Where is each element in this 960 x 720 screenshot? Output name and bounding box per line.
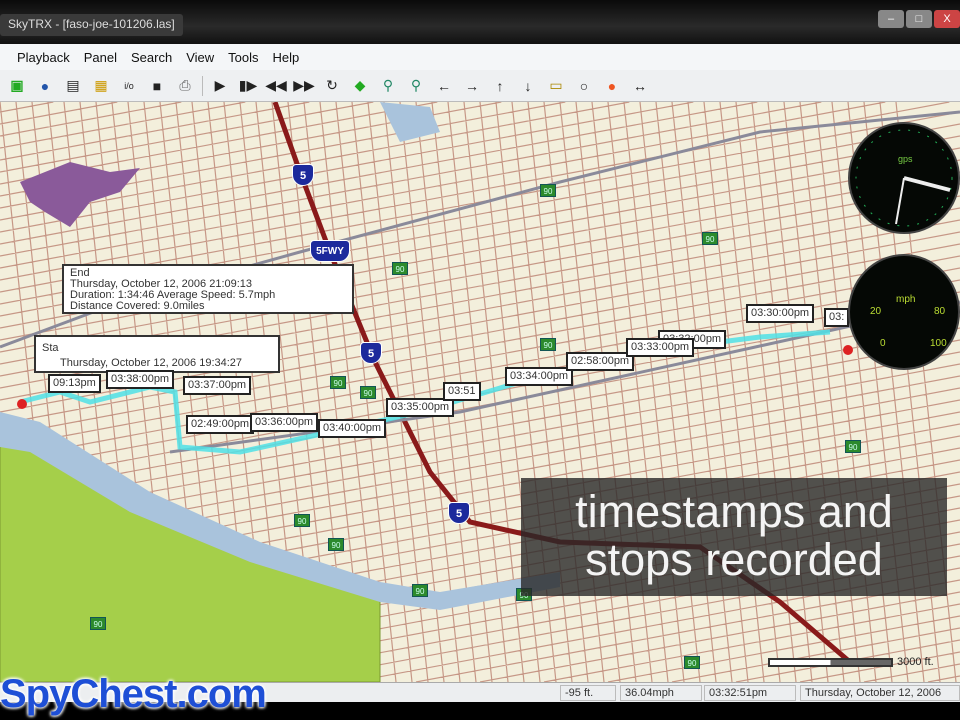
close-button[interactable]: X: [934, 10, 960, 28]
maximize-button[interactable]: □: [906, 10, 932, 28]
start-marker: [843, 345, 853, 355]
timestamp-label[interactable]: 03:51: [443, 382, 481, 401]
usa-map-icon[interactable]: ◆: [349, 75, 371, 97]
timestamp-label[interactable]: 02:58:00pm: [566, 352, 635, 371]
timestamp-label[interactable]: 03:38:00pm: [106, 370, 175, 389]
stop-icon[interactable]: ●: [601, 75, 623, 97]
minimize-button[interactable]: –: [878, 10, 904, 28]
end-callout-distance: Distance Covered: 9.0miles: [70, 300, 205, 312]
status-speed: 36.04mph: [620, 685, 702, 701]
loop-icon[interactable]: ↻: [321, 75, 343, 97]
route-90-sign: 90: [540, 338, 556, 351]
route-90-sign: 90: [328, 538, 344, 551]
print-icon[interactable]: ⎙: [174, 75, 196, 97]
watermark-logo: SpyChest.com: [0, 672, 267, 716]
timestamp-label[interactable]: 02:49:00pm: [186, 415, 255, 434]
arrow-down-icon[interactable]: ↓: [517, 75, 539, 97]
measure-icon[interactable]: ↔: [629, 75, 651, 97]
timestamp-label[interactable]: 03:33:00pm: [626, 338, 695, 357]
freeway-5-shield: 5FWY: [310, 240, 350, 262]
route-90-sign: 90: [684, 656, 700, 669]
list-icon[interactable]: ▤: [62, 75, 84, 97]
start-callout[interactable]: Sta Thursday, October 12, 2006 19:34:27: [34, 335, 280, 373]
timestamp-label[interactable]: 03:37:00pm: [183, 376, 252, 395]
park-area: [0, 431, 381, 682]
timestamp-label[interactable]: 09:13pm: [48, 374, 101, 393]
info-icon[interactable]: i/o: [118, 75, 140, 97]
menu-bar: Playback Panel Search View Tools Help: [0, 44, 960, 70]
fast-forward-icon[interactable]: ▶▶: [293, 75, 315, 97]
route-90-sign: 90: [294, 514, 310, 527]
step-icon[interactable]: ▮▶: [237, 75, 259, 97]
status-time: 03:32:51pm: [704, 685, 796, 701]
menu-search[interactable]: Search: [131, 50, 172, 65]
arrow-right-icon[interactable]: →: [461, 75, 483, 97]
interstate-5-shield: 5: [360, 342, 382, 364]
timestamp-label[interactable]: 03:30:00pm: [746, 304, 815, 323]
zoom-out-icon[interactable]: ⚲: [405, 75, 427, 97]
compass-dial-icon: [855, 129, 953, 227]
timestamp-label[interactable]: 03:36:00pm: [250, 413, 319, 432]
gauge-tick: 80: [934, 306, 946, 317]
scale-label: 3000 ft.: [897, 656, 934, 668]
caption-line: stops recorded: [585, 534, 883, 585]
video-caption: timestamps and stops recorded: [521, 478, 947, 596]
compass-gauge: gps: [848, 122, 960, 234]
end-marker: [17, 399, 27, 409]
play-icon[interactable]: ▶: [209, 75, 231, 97]
interstate-5-shield: 5: [292, 164, 314, 186]
arrow-up-icon[interactable]: ↑: [489, 75, 511, 97]
route-90-sign: 90: [330, 376, 346, 389]
route-90-sign: 90: [392, 262, 408, 275]
route-90-sign: 90: [540, 184, 556, 197]
route-90-sign: 90: [702, 232, 718, 245]
route-90-sign: 90: [412, 584, 428, 597]
title-bar: SkyTRX - [faso-joe-101206.las] – □ X: [0, 0, 960, 44]
menu-view[interactable]: View: [186, 50, 214, 65]
speedometer-gauge: mph 20 80 0 100: [848, 254, 960, 370]
circle-icon[interactable]: ○: [573, 75, 595, 97]
route-90-sign: 90: [360, 386, 376, 399]
start-callout-title: Sta: [42, 342, 59, 354]
toolbar: ▣ ● ▤ ▦ i/o ■ ⎙ ▶ ▮▶ ◀◀ ▶▶ ↻ ◆ ⚲ ⚲ ← → ↑…: [0, 70, 960, 102]
speed-unit: mph: [896, 294, 916, 305]
menu-tools[interactable]: Tools: [228, 50, 258, 65]
water-body: [380, 102, 440, 142]
rewind-icon[interactable]: ◀◀: [265, 75, 287, 97]
menu-playback[interactable]: Playback: [17, 50, 70, 65]
menu-panel[interactable]: Panel: [84, 50, 117, 65]
window-title: SkyTRX - [faso-joe-101206.las]: [0, 14, 183, 36]
route-90-sign: 90: [845, 440, 861, 453]
scale-bar-graphic: [768, 657, 893, 667]
timestamp-label[interactable]: 03:34:00pm: [505, 367, 574, 386]
timestamp-label[interactable]: 03:40:00pm: [318, 419, 387, 438]
timestamp-label[interactable]: 03:: [824, 308, 850, 327]
start-callout-time: Thursday, October 12, 2006 19:34:27: [60, 357, 243, 369]
gauge-tick: 20: [870, 306, 882, 317]
caption-line: timestamps and: [575, 486, 893, 537]
callout-icon[interactable]: ▭: [545, 75, 567, 97]
globe-icon[interactable]: ●: [34, 75, 56, 97]
gauge-tick: 0: [880, 338, 886, 349]
menu-help[interactable]: Help: [273, 50, 300, 65]
status-elevation: -95 ft.: [560, 685, 616, 701]
save-icon[interactable]: ■: [146, 75, 168, 97]
map-icon[interactable]: ▦: [90, 75, 112, 97]
compass-label: gps: [898, 154, 913, 164]
route-90-sign: 90: [90, 617, 106, 630]
status-date: Thursday, October 12, 2006: [800, 685, 960, 701]
scale-bar: 3000 ft.: [768, 656, 934, 668]
end-callout[interactable]: End Thursday, October 12, 2006 21:09:13 …: [62, 264, 354, 314]
gauge-tick: 100: [930, 338, 947, 349]
separator: [202, 75, 203, 96]
zoom-in-icon[interactable]: ⚲: [377, 75, 399, 97]
arrow-left-icon[interactable]: ←: [433, 75, 455, 97]
gps-icon[interactable]: ▣: [6, 75, 28, 97]
interstate-5-shield: 5: [448, 502, 470, 524]
